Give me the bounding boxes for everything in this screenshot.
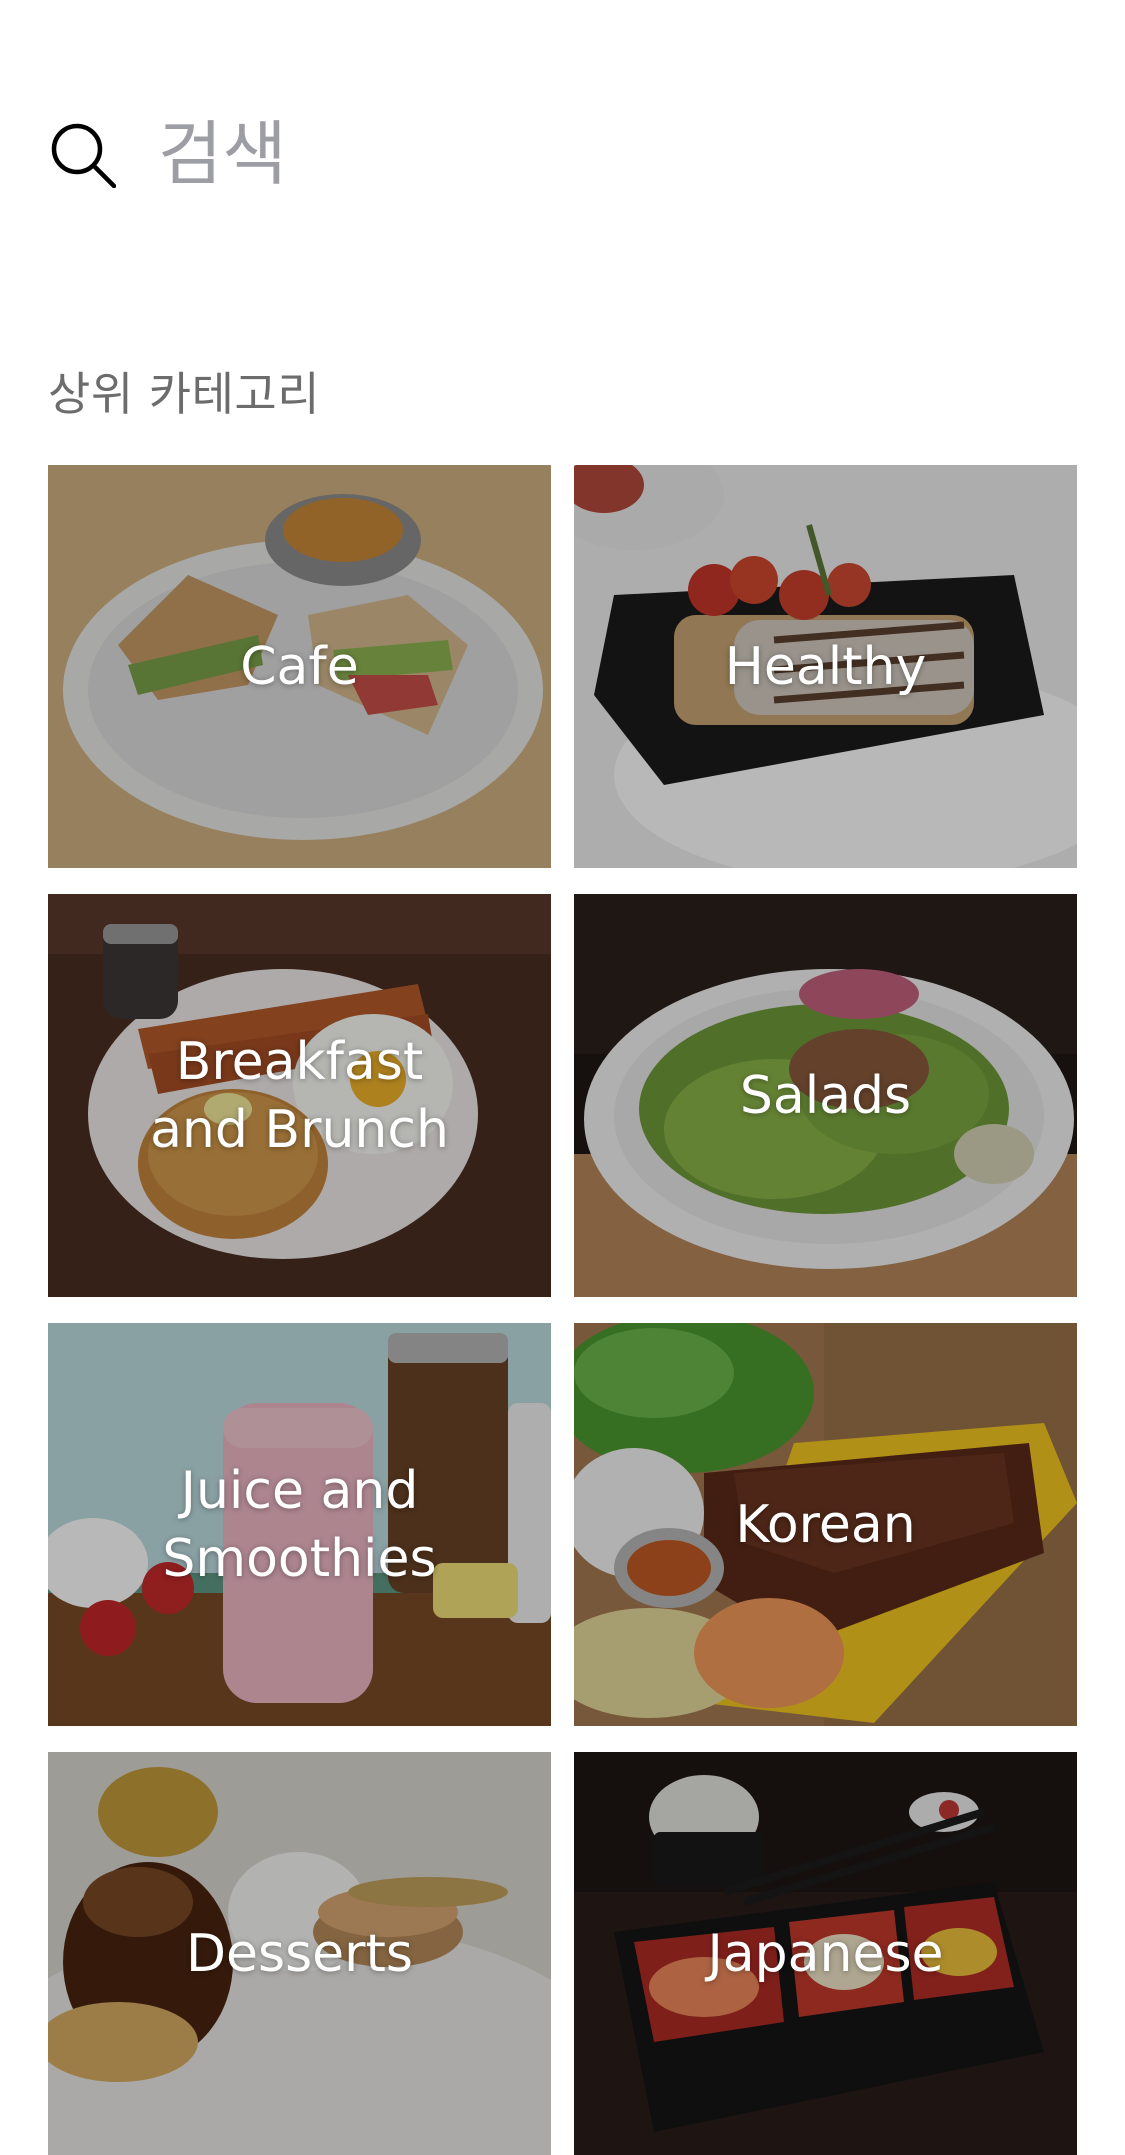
category-label: Juice and Smoothies [162,1460,437,1589]
category-label: Breakfast and Brunch [150,1031,449,1160]
category-tile-salads[interactable]: Salads [574,894,1077,1297]
category-tile-japanese[interactable]: Japanese [574,1752,1077,2155]
category-grid: Cafe Healthy Breakfast and Brunch Salads… [48,465,1077,2155]
category-tile-cafe[interactable]: Cafe [48,465,551,868]
category-label: Healthy [724,636,927,697]
category-tile-breakfast-and-brunch[interactable]: Breakfast and Brunch [48,894,551,1297]
category-label: Korean [735,1494,916,1555]
category-label: Salads [739,1065,912,1126]
category-tile-desserts[interactable]: Desserts [48,1752,551,2155]
category-tile-juice-and-smoothies[interactable]: Juice and Smoothies [48,1323,551,1726]
search-bar[interactable] [48,112,1077,196]
category-label: Japanese [707,1923,944,1984]
category-label: Cafe [240,636,359,697]
category-tile-healthy[interactable]: Healthy [574,465,1077,868]
section-title: 상위 카테고리 [48,367,321,421]
category-label: Desserts [185,1923,414,1984]
search-input[interactable] [158,113,978,195]
search-icon[interactable] [48,120,116,188]
category-tile-korean[interactable]: Korean [574,1323,1077,1726]
